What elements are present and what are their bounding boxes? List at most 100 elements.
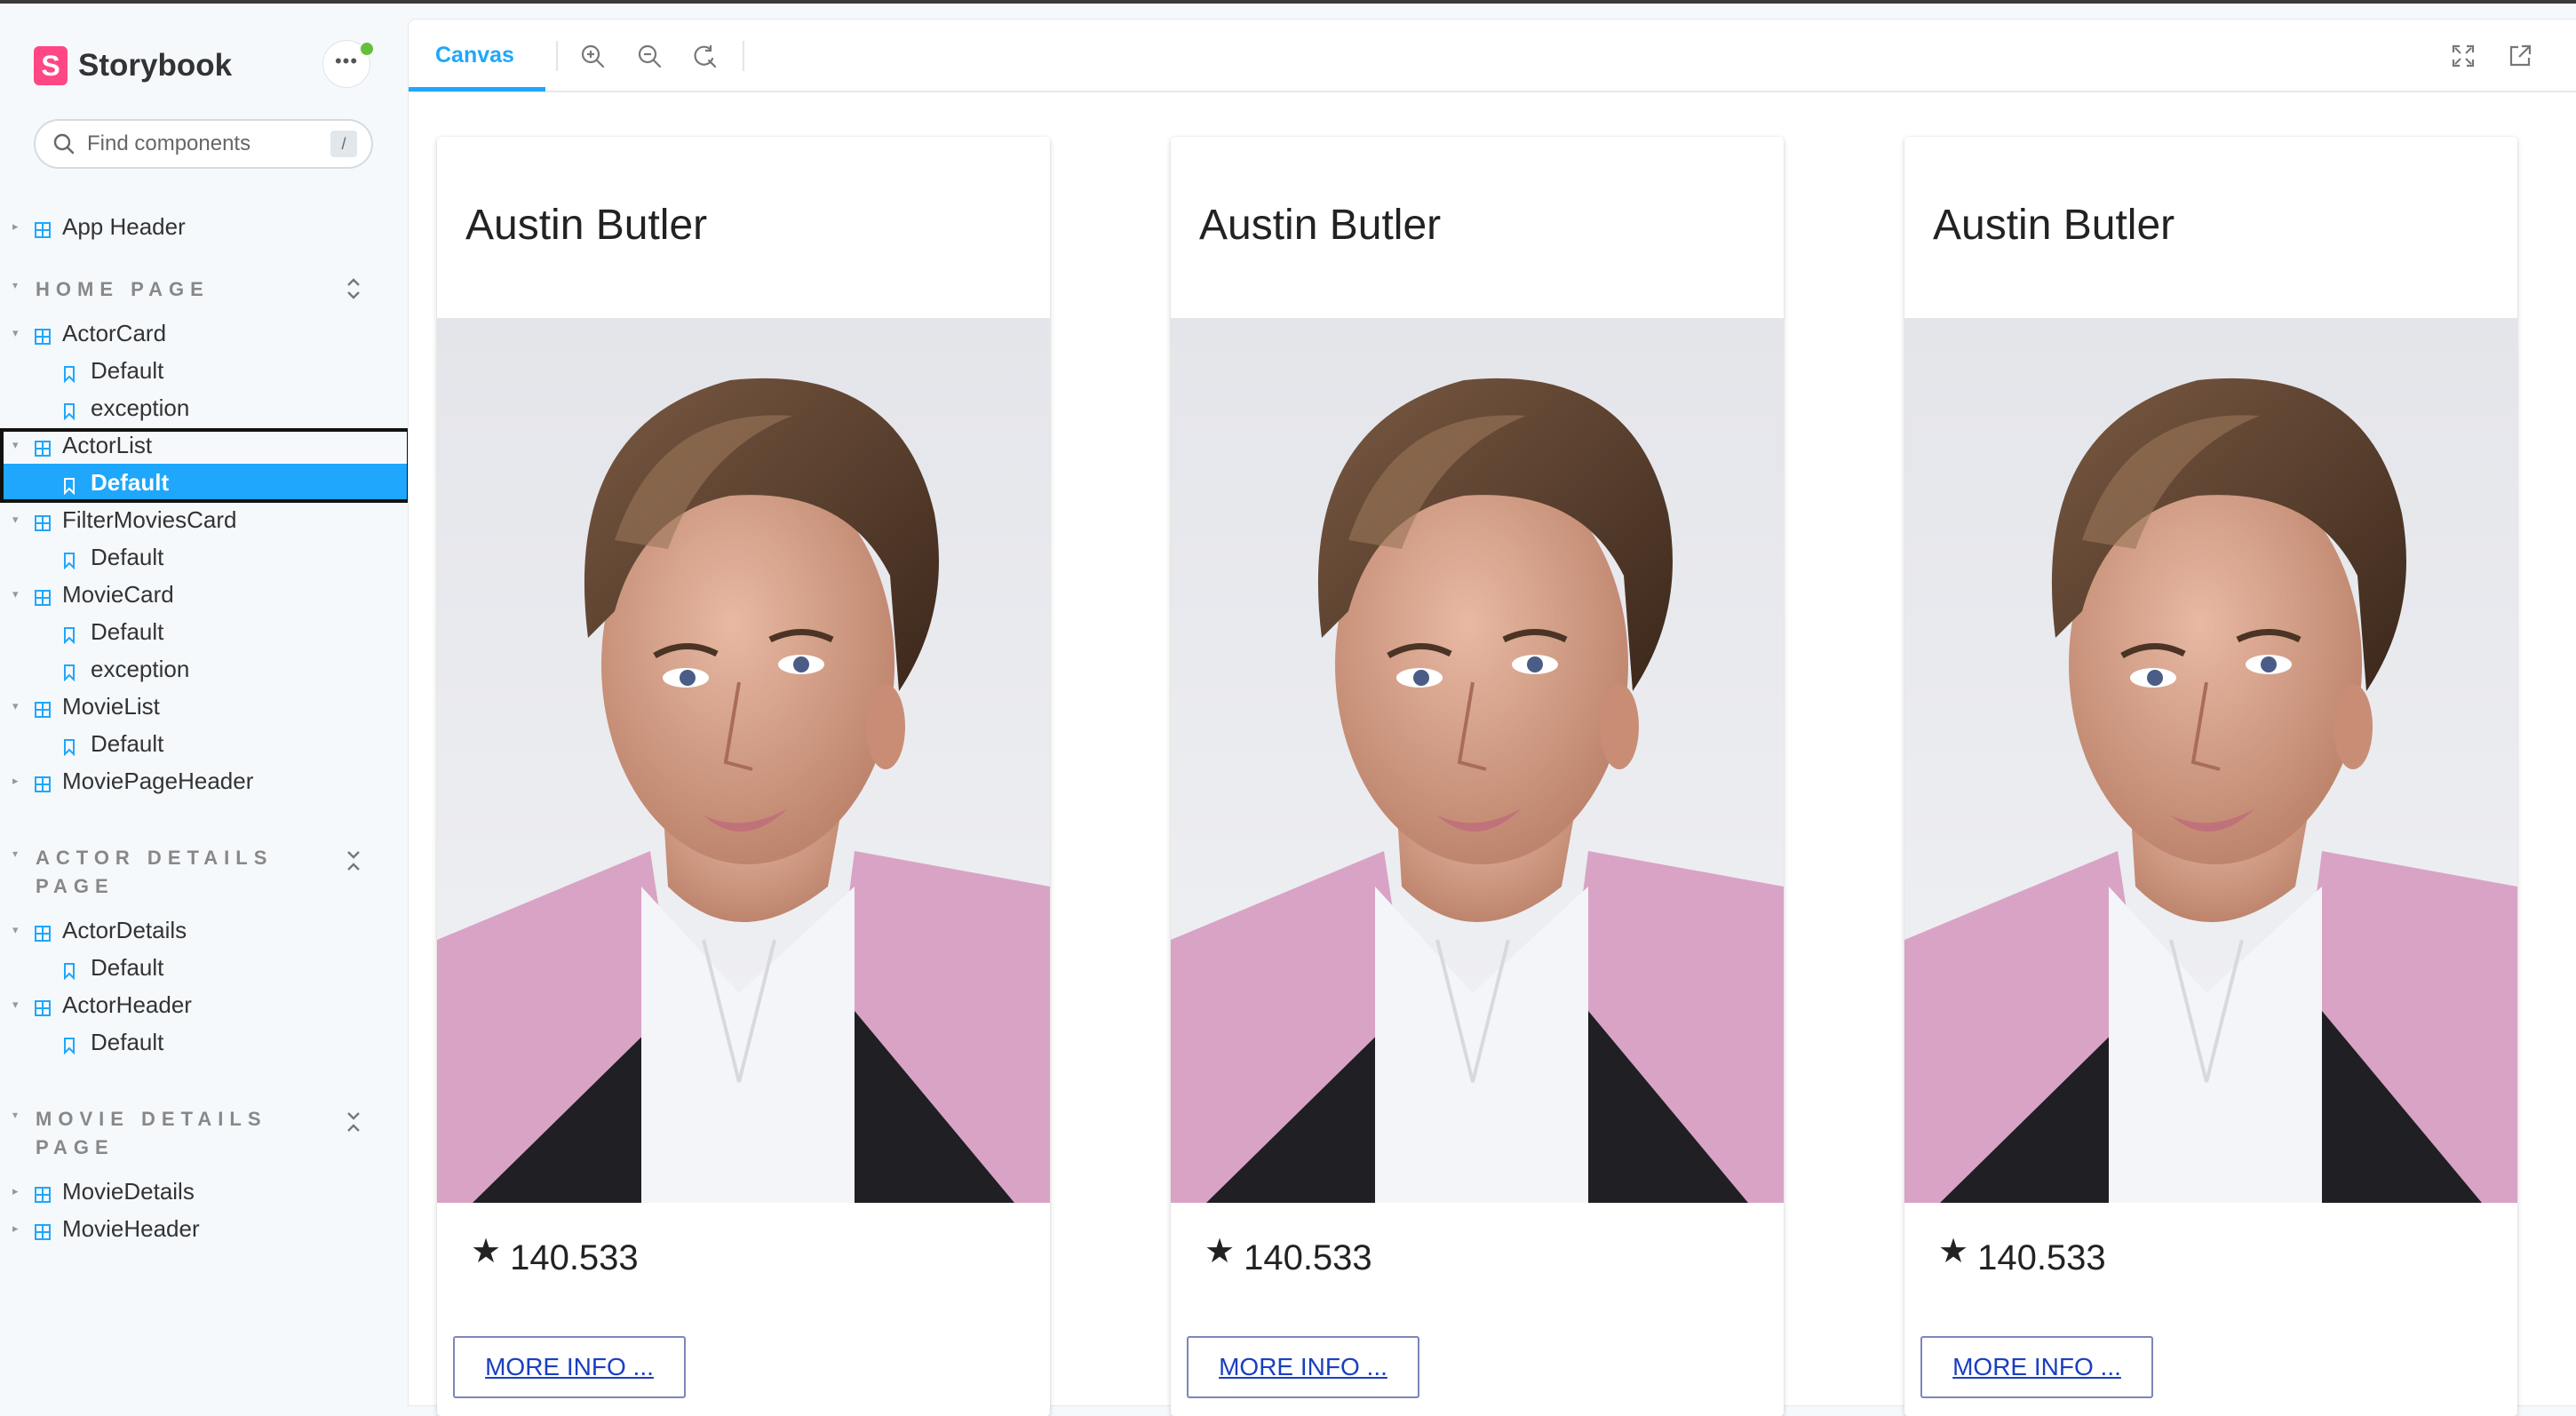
more-info-button[interactable]: MORE INFO ... <box>1187 1336 1419 1398</box>
sidebar-item-label: MovieDetails <box>62 1177 195 1205</box>
component-icon <box>34 996 52 1016</box>
sidebar-item-label: MoviePageHeader <box>62 767 254 794</box>
toolbar-divider <box>743 41 744 71</box>
preview-panel: Canvas Austin Butler ★ 140.533 MORE INFO… <box>409 20 2576 1416</box>
sidebar-story-label: Default <box>91 1028 164 1055</box>
expand-collapse-icon[interactable] <box>343 275 364 302</box>
component-icon <box>34 1220 52 1240</box>
sidebar-story-default[interactable]: Default <box>0 613 409 650</box>
component-icon <box>34 324 52 345</box>
bookmark-icon <box>62 548 76 570</box>
active-tab-indicator <box>409 87 545 91</box>
open-new-tab-icon[interactable] <box>2507 43 2533 69</box>
star-icon: ★ <box>471 1233 502 1270</box>
toolbar-divider <box>556 41 558 71</box>
sidebar-item-app-header[interactable]: ▸ App Header <box>0 208 409 245</box>
sidebar-story-label: Default <box>91 356 164 384</box>
sidebar-story-default[interactable]: Default <box>0 352 409 389</box>
sidebar-item-moviecard[interactable]: ▾ MovieCard <box>0 576 409 613</box>
caret-down-icon: ▾ <box>12 699 19 712</box>
sidebar-item-moviedetails[interactable]: ▸ MovieDetails <box>0 1173 409 1210</box>
collapse-all-icon[interactable] <box>343 1109 364 1135</box>
collapse-all-icon[interactable] <box>343 847 364 874</box>
sidebar-story-default[interactable]: Default <box>0 1023 409 1061</box>
zoom-in-icon[interactable] <box>579 43 606 69</box>
sidebar-item-label: MovieCard <box>62 580 174 608</box>
section-header-movie-details-page[interactable]: ▾ MOVIE DETAILS PAGE <box>0 1105 409 1162</box>
search-field[interactable]: Find components / <box>36 121 371 167</box>
sidebar-item-label: FilterMoviesCard <box>62 505 237 533</box>
sidebar-item-label: MovieList <box>62 692 160 720</box>
actor-name: Austin Butler <box>1933 202 2175 249</box>
sidebar-story-label: exception <box>91 394 190 421</box>
star-icon: ★ <box>1938 1233 1969 1270</box>
sidebar-item-label: App Header <box>62 212 186 240</box>
bookmark-icon <box>62 623 76 645</box>
section-title: HOME PAGE <box>36 278 210 300</box>
section-header-actor-details-page[interactable]: ▾ ACTOR DETAILS PAGE <box>0 844 409 901</box>
caret-right-icon: ▸ <box>12 219 19 233</box>
sidebar-item-label: ActorCard <box>62 319 167 346</box>
sidebar: S Storybook ••• Find components / ▸ App H… <box>0 4 410 1405</box>
ellipsis-icon: ••• <box>334 50 359 72</box>
popularity-rating: ★ 140.533 <box>1938 1233 2106 1278</box>
sidebar-item-actorheader[interactable]: ▾ ActorHeader <box>0 986 409 1023</box>
sidebar-story-default[interactable]: Default <box>0 949 409 986</box>
sidebar-story-exception[interactable]: exception <box>0 389 409 426</box>
actor-card: Austin Butler ★ 140.533 MORE INFO ... <box>1904 137 2517 1416</box>
brand-name: Storybook <box>78 48 233 83</box>
component-icon <box>34 218 52 238</box>
component-icon <box>34 511 52 531</box>
rating-value: 140.533 <box>1977 1238 2106 1277</box>
actor-photo <box>1171 318 1784 1203</box>
caret-down-icon: ▾ <box>12 923 19 936</box>
section-title: MOVIE DETAILS <box>36 1108 267 1130</box>
caret-right-icon: ▸ <box>12 774 19 787</box>
actor-name: Austin Butler <box>465 202 708 249</box>
sidebar-item-actorcard[interactable]: ▾ ActorCard <box>0 314 409 352</box>
tab-canvas[interactable]: Canvas <box>435 20 514 91</box>
sidebar-item-moviepageheader[interactable]: ▸ MoviePageHeader <box>0 762 409 799</box>
reset-zoom-icon[interactable] <box>691 43 718 69</box>
sidebar-story-default[interactable]: Default <box>0 725 409 762</box>
sidebar-story-exception[interactable]: exception <box>0 650 409 688</box>
search-shortcut-key: / <box>330 131 357 157</box>
actor-card: Austin Butler ★ 140.533 MORE INFO ... <box>1171 137 1784 1416</box>
caret-down-icon: ▾ <box>12 279 19 291</box>
popularity-rating: ★ 140.533 <box>1205 1233 1372 1278</box>
component-icon <box>34 772 52 792</box>
sidebar-story-default[interactable]: Default <box>0 538 409 576</box>
sidebar-story-label: Default <box>91 729 164 757</box>
section-header-home-page[interactable]: ▾ HOME PAGE <box>0 275 409 304</box>
storybook-logo-icon: S <box>34 46 68 85</box>
search-icon <box>53 133 75 155</box>
star-icon: ★ <box>1205 1233 1236 1270</box>
sidebar-item-filtermoviescard[interactable]: ▾ FilterMoviesCard <box>0 501 409 538</box>
sidebar-story-label: Default <box>91 953 164 981</box>
sidebar-story-label: Default <box>91 617 164 645</box>
zoom-out-icon[interactable] <box>636 43 663 69</box>
sidebar-story-label: exception <box>91 655 190 682</box>
section-title: ACTOR DETAILS <box>36 847 274 869</box>
component-icon <box>34 1182 52 1203</box>
caret-down-icon: ▾ <box>12 1109 19 1121</box>
section-title: PAGE <box>36 875 115 897</box>
rating-value: 140.533 <box>1244 1238 1372 1277</box>
selection-focus-outline <box>0 428 410 503</box>
more-info-button[interactable]: MORE INFO ... <box>453 1336 686 1398</box>
sidebar-story-label: Default <box>91 543 164 570</box>
actor-card: Austin Butler ★ 140.533 MORE INFO ... <box>437 137 1050 1416</box>
more-info-button[interactable]: MORE INFO ... <box>1920 1336 2153 1398</box>
sidebar-item-movieheader[interactable]: ▸ MovieHeader <box>0 1210 409 1247</box>
sidebar-item-movielist[interactable]: ▾ MovieList <box>0 688 409 725</box>
toolbar: Canvas <box>409 20 2576 92</box>
fullscreen-icon[interactable] <box>2450 43 2477 69</box>
sidebar-item-actordetails[interactable]: ▾ ActorDetails <box>0 911 409 949</box>
status-indicator <box>359 41 375 57</box>
caret-down-icon: ▾ <box>12 847 19 860</box>
caret-right-icon: ▸ <box>12 1221 19 1235</box>
actor-photo <box>437 318 1050 1203</box>
brand[interactable]: S Storybook <box>34 44 232 87</box>
bookmark-icon <box>62 399 76 421</box>
search-input[interactable]: Find components <box>87 131 330 156</box>
